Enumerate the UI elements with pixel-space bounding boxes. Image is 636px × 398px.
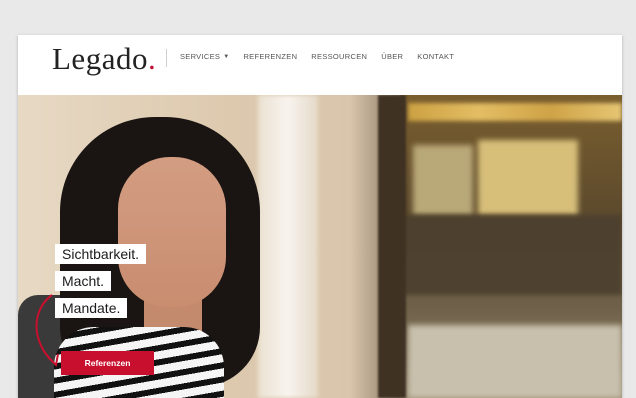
nav-item-label: RESSOURCEN <box>311 52 368 61</box>
browser-page: Legado. SERVICES ▼ REFERENZEN RESSOURCEN… <box>18 35 622 398</box>
nav-item-ressourcen[interactable]: RESSOURCEN <box>311 52 367 61</box>
referenzen-button[interactable]: Referenzen <box>61 351 154 375</box>
nav-item-label: KONTAKT <box>417 52 455 61</box>
hero-background-shelf <box>408 103 622 121</box>
nav-divider <box>166 49 167 67</box>
chevron-down-icon: ▼ <box>223 53 230 60</box>
logo-text: Legado <box>52 41 148 76</box>
nav-item-label: SERVICES <box>180 52 221 61</box>
logo-dot: . <box>147 41 157 76</box>
nav-item-ueber[interactable]: ÜBER <box>381 52 403 61</box>
hero-background-pillar <box>378 95 406 398</box>
hero-background-display <box>413 145 473 215</box>
curved-arrow-icon <box>35 294 59 368</box>
nav-item-services[interactable]: SERVICES ▼ <box>180 52 229 61</box>
hero-background-floor <box>408 325 622 398</box>
hero-background-display <box>478 140 578 215</box>
nav-item-label: ÜBER <box>381 52 404 61</box>
hero-tagline-1: Sichtbarkeit. <box>55 244 147 264</box>
hero-portrait-face <box>118 157 226 307</box>
site-header: Legado. SERVICES ▼ REFERENZEN RESSOURCEN… <box>18 35 622 95</box>
hero-tagline-2: Macht. <box>55 271 112 291</box>
hero-section: Sichtbarkeit. Macht. Mandate. Referenzen <box>18 95 622 398</box>
nav-item-label: REFERENZEN <box>243 52 298 61</box>
nav-item-kontakt[interactable]: KONTAKT <box>417 52 454 61</box>
main-nav: SERVICES ▼ REFERENZEN RESSOURCEN ÜBER KO… <box>180 52 454 61</box>
nav-item-referenzen[interactable]: REFERENZEN <box>243 52 297 61</box>
hero-background-curtain <box>258 95 318 398</box>
site-logo[interactable]: Legado. <box>52 41 156 77</box>
hero-background-counter <box>403 215 622 295</box>
